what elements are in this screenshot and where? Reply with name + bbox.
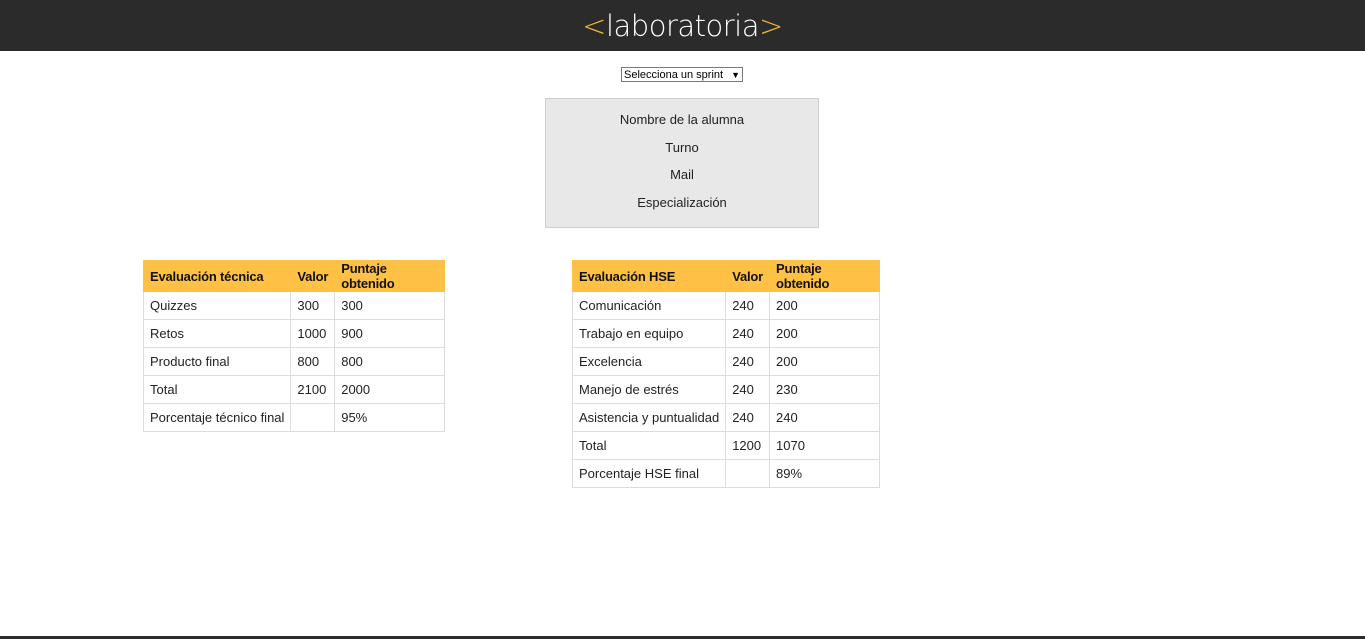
table-row: Porcentaje HSE final 89% (571, 459, 880, 488)
table-row: Excelencia 240 200 (571, 347, 880, 376)
table-cell: Quizzes (142, 291, 292, 320)
table-row: Quizzes 300 300 (142, 291, 446, 320)
hse-evaluation-table: Evaluación HSE Valor Puntaje obtenido Co… (571, 260, 880, 488)
column-header: Valor (725, 260, 770, 292)
table-cell: Porcentaje técnico final (142, 403, 292, 432)
student-card: Nombre de la alumna Turno Mail Especiali… (545, 98, 819, 228)
table-cell: 1070 (769, 431, 880, 460)
table-row: Trabajo en equipo 240 200 (571, 319, 880, 348)
column-header: Puntaje obtenido (769, 260, 880, 292)
table-cell: 200 (769, 319, 880, 348)
student-shift: Turno (665, 140, 699, 155)
table-row: Retos 1000 900 (142, 319, 446, 348)
table-cell: 240 (725, 375, 770, 404)
table-cell: Retos (142, 319, 292, 348)
table-cell: 2000 (334, 375, 446, 404)
table-cell: 1200 (725, 431, 770, 460)
student-specialization: Especialización (637, 195, 727, 210)
table-row: Porcentaje técnico final 95% (142, 403, 446, 432)
table-cell: 240 (769, 403, 880, 432)
chevron-down-icon: ▼ (731, 69, 740, 80)
table-cell (290, 403, 336, 432)
table-cell: 800 (334, 347, 446, 376)
table-cell: Trabajo en equipo (571, 319, 727, 348)
table-header-row: Evaluación HSE Valor Puntaje obtenido (571, 260, 880, 292)
table-cell: 2100 (290, 375, 336, 404)
table-cell: Manejo de estrés (571, 375, 727, 404)
logo-right-bracket: > (759, 8, 783, 43)
table-cell: 240 (725, 403, 770, 432)
table-cell: Total (571, 431, 727, 460)
table-cell: 300 (290, 291, 336, 320)
table-row: Total 1200 1070 (571, 431, 880, 460)
table-cell: Comunicación (571, 291, 727, 320)
table-cell: 240 (725, 319, 770, 348)
table-cell: Porcentaje HSE final (571, 459, 727, 488)
student-name: Nombre de la alumna (619, 112, 745, 127)
logo-left-bracket: < (582, 8, 606, 43)
laboratoria-logo[interactable]: < laboratoria > (0, 0, 1365, 51)
table-cell: Total (142, 375, 292, 404)
column-header: Evaluación HSE (571, 260, 727, 292)
table-cell: Asistencia y puntualidad (571, 403, 727, 432)
table-cell: 900 (334, 319, 446, 348)
table-cell: 300 (334, 291, 446, 320)
table-row: Comunicación 240 200 (571, 291, 880, 320)
table-cell: Excelencia (571, 347, 727, 376)
column-header: Valor (290, 260, 336, 292)
table-row: Producto final 800 800 (142, 347, 446, 376)
table-row: Total 2100 2000 (142, 375, 446, 404)
logo-word: laboratoria (605, 8, 760, 43)
technical-evaluation-table: Evaluación técnica Valor Puntaje obtenid… (142, 260, 446, 432)
table-cell: 240 (725, 347, 770, 376)
sprint-select-value: Selecciona un sprint (624, 68, 724, 81)
table-cell: 200 (769, 291, 880, 320)
table-cell: 1000 (290, 319, 336, 348)
table-row: Asistencia y puntualidad 240 240 (571, 403, 880, 432)
student-mail: Mail (670, 167, 694, 182)
table-cell: 200 (769, 347, 880, 376)
sprint-select[interactable]: Selecciona un sprint ▼ (621, 67, 743, 82)
table-cell: 89% (769, 459, 880, 488)
table-cell: 230 (769, 375, 880, 404)
table-cell: 800 (290, 347, 336, 376)
table-row: Manejo de estrés 240 230 (571, 375, 880, 404)
table-header-row: Evaluación técnica Valor Puntaje obtenid… (142, 260, 446, 292)
table-cell: 240 (725, 291, 770, 320)
table-cell: 95% (334, 403, 446, 432)
column-header: Evaluación técnica (142, 260, 292, 292)
column-header: Puntaje obtenido (334, 260, 446, 292)
table-cell: Producto final (142, 347, 292, 376)
table-cell (725, 459, 770, 488)
